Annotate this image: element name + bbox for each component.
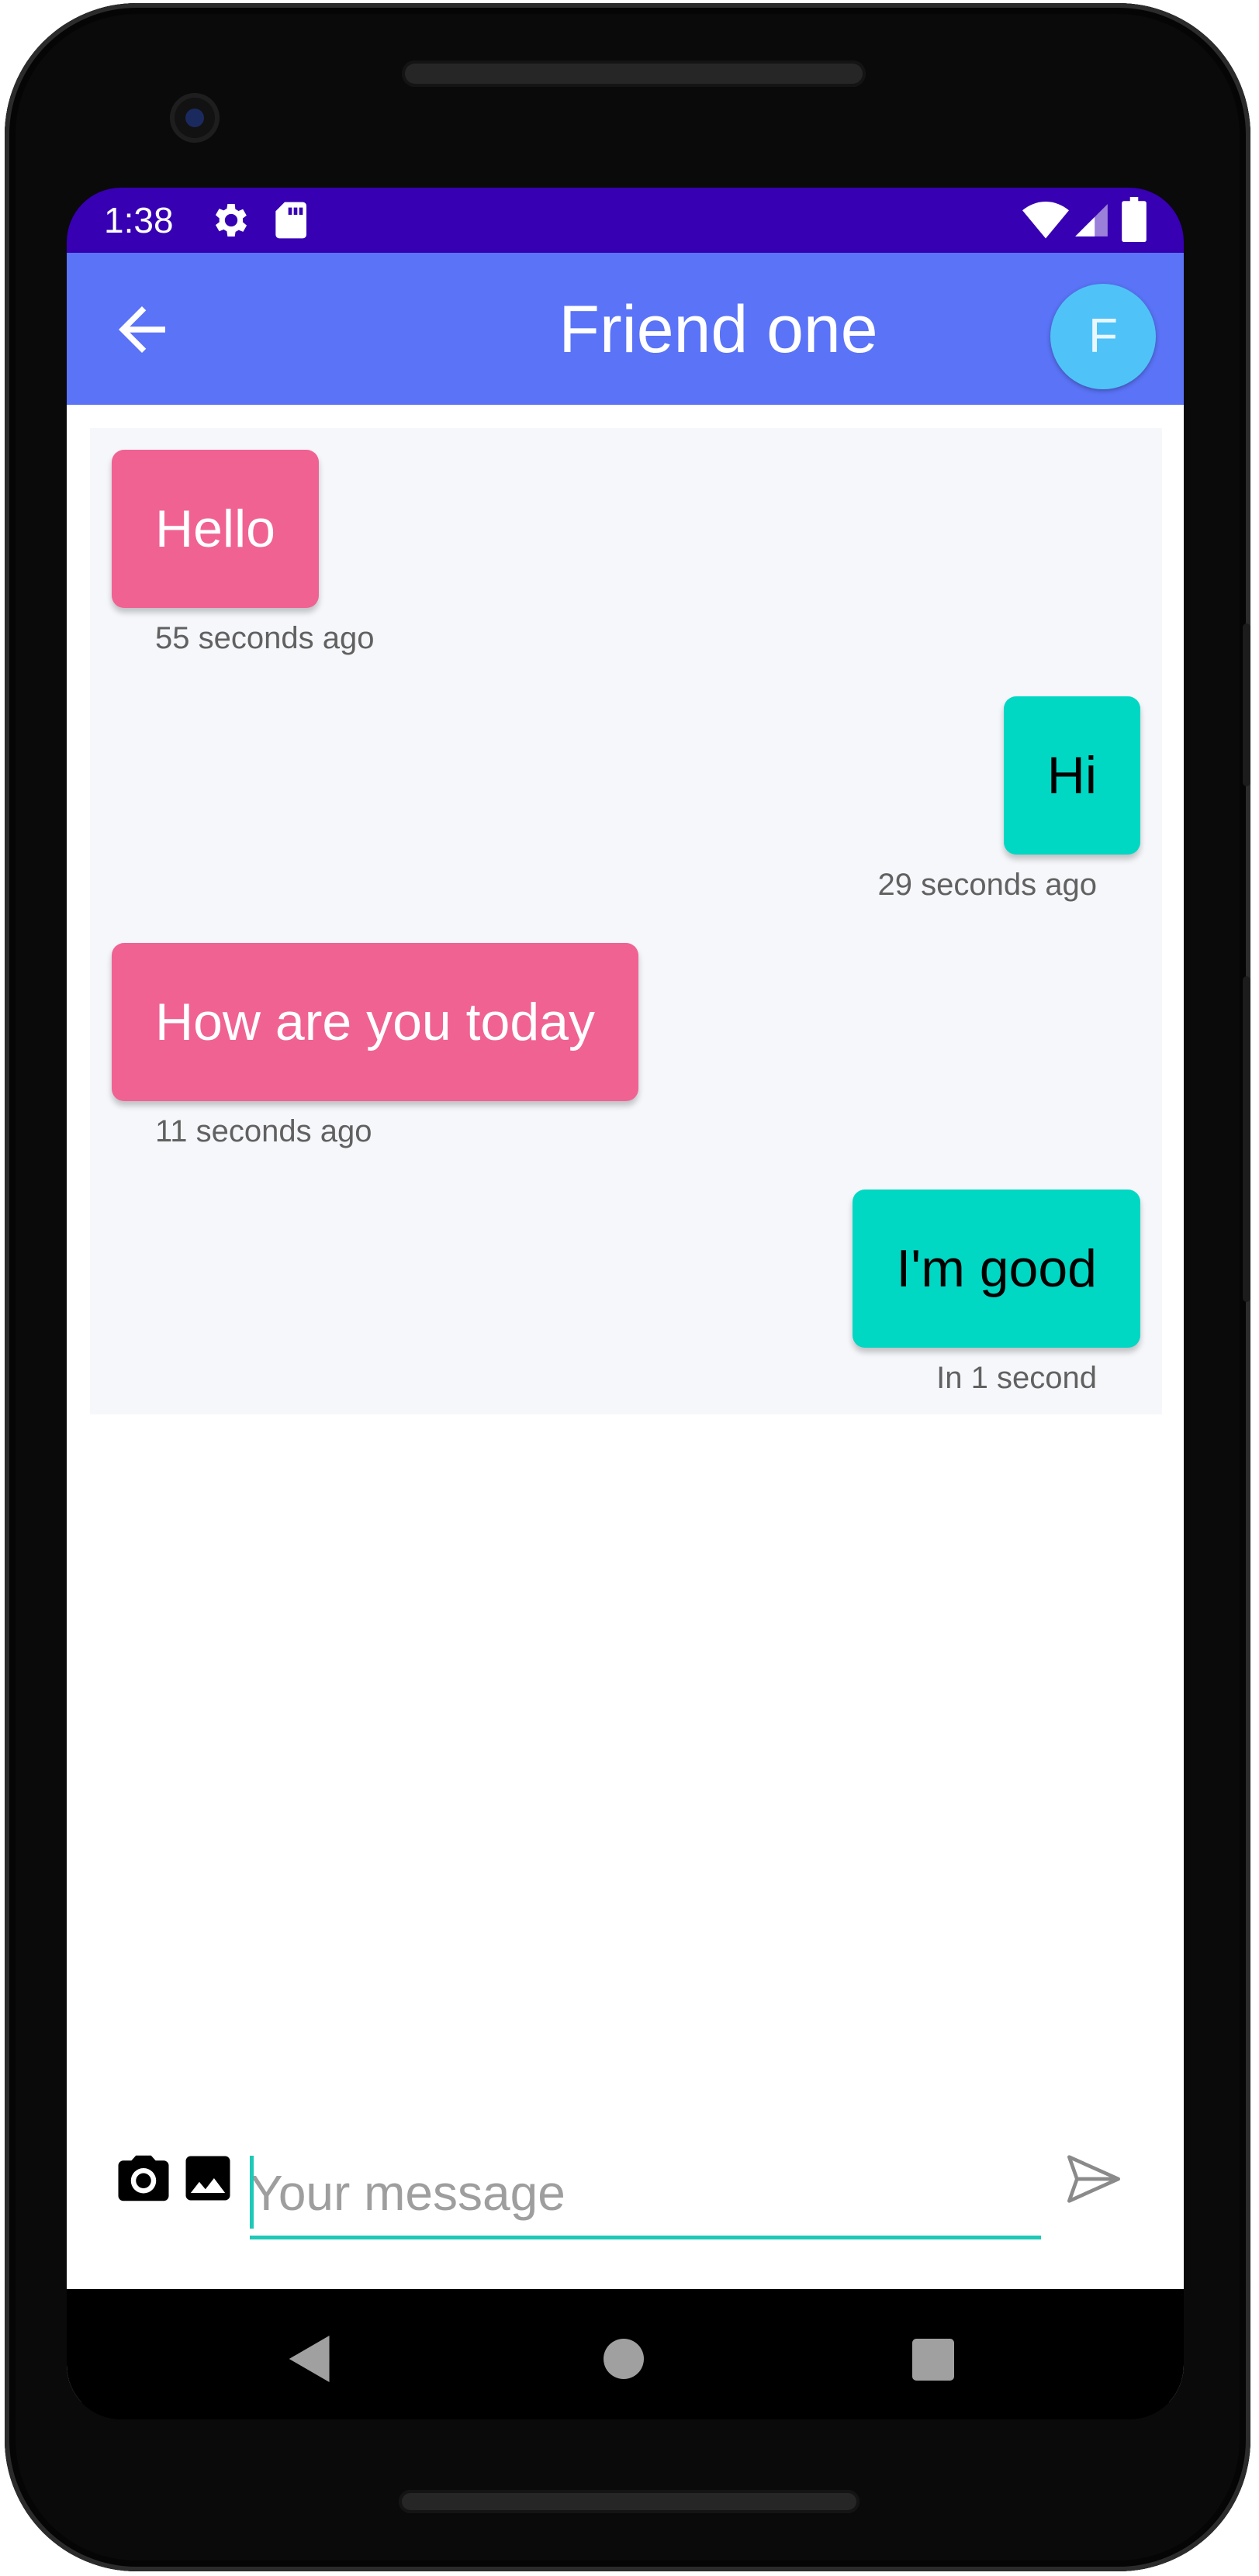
camera-button[interactable] (113, 2148, 174, 2212)
bottom-speaker (399, 2490, 860, 2513)
square-recents-icon (912, 2339, 954, 2384)
battery-icon (1122, 197, 1147, 246)
triangle-back-icon (289, 2336, 332, 2385)
message-text: I'm good (896, 1239, 1097, 1298)
app-bar: Friend one F (67, 253, 1184, 405)
avatar[interactable]: F (1050, 284, 1156, 389)
send-button[interactable] (1061, 2148, 1126, 2214)
circle-home-icon (604, 2339, 644, 2382)
text-caret (250, 2156, 254, 2229)
message-time: 55 seconds ago (155, 621, 375, 655)
cell-signal-icon (1072, 200, 1111, 244)
message-list[interactable]: Hello 55 seconds ago Hi 29 seconds ago H… (90, 428, 1162, 1414)
send-icon (1061, 2155, 1126, 2213)
chat-content: Hello 55 seconds ago Hi 29 seconds ago H… (67, 405, 1184, 2281)
sd-card-icon (270, 199, 310, 246)
nav-recents-button[interactable] (912, 2339, 954, 2384)
status-time: 1:38 (104, 200, 174, 240)
system-nav-bar (67, 2289, 1184, 2419)
message-text: Hello (155, 499, 275, 558)
page-title: Friend one (559, 292, 878, 367)
nav-back-button[interactable] (289, 2336, 332, 2386)
volume-button (1243, 623, 1250, 786)
message-text: Hi (1046, 746, 1097, 805)
message-time: 11 seconds ago (155, 1114, 372, 1148)
settings-icon (209, 199, 253, 246)
top-speaker (402, 60, 866, 87)
wifi-icon (1022, 202, 1069, 244)
status-bar: 1:38 (67, 188, 1184, 253)
message-bubble-outgoing[interactable]: Hi (1003, 696, 1140, 855)
front-camera (170, 93, 220, 143)
message-input-container (250, 2150, 1041, 2239)
message-time: 29 seconds ago (877, 868, 1097, 902)
image-icon (178, 2156, 237, 2212)
message-time: In 1 second (936, 1361, 1097, 1395)
screen: 1:38 Friend one F Hello 55 seconds ago H… (67, 188, 1184, 2419)
message-bubble-incoming[interactable]: Hello (112, 450, 319, 608)
gallery-button[interactable] (178, 2148, 237, 2212)
message-bubble-outgoing[interactable]: I'm good (853, 1190, 1140, 1348)
message-text: How are you today (155, 993, 595, 1051)
nav-home-button[interactable] (604, 2339, 644, 2383)
camera-icon (113, 2155, 174, 2212)
power-button (1243, 976, 1250, 1302)
message-bubble-incoming[interactable]: How are you today (112, 943, 638, 1101)
message-input[interactable] (250, 2150, 1041, 2236)
